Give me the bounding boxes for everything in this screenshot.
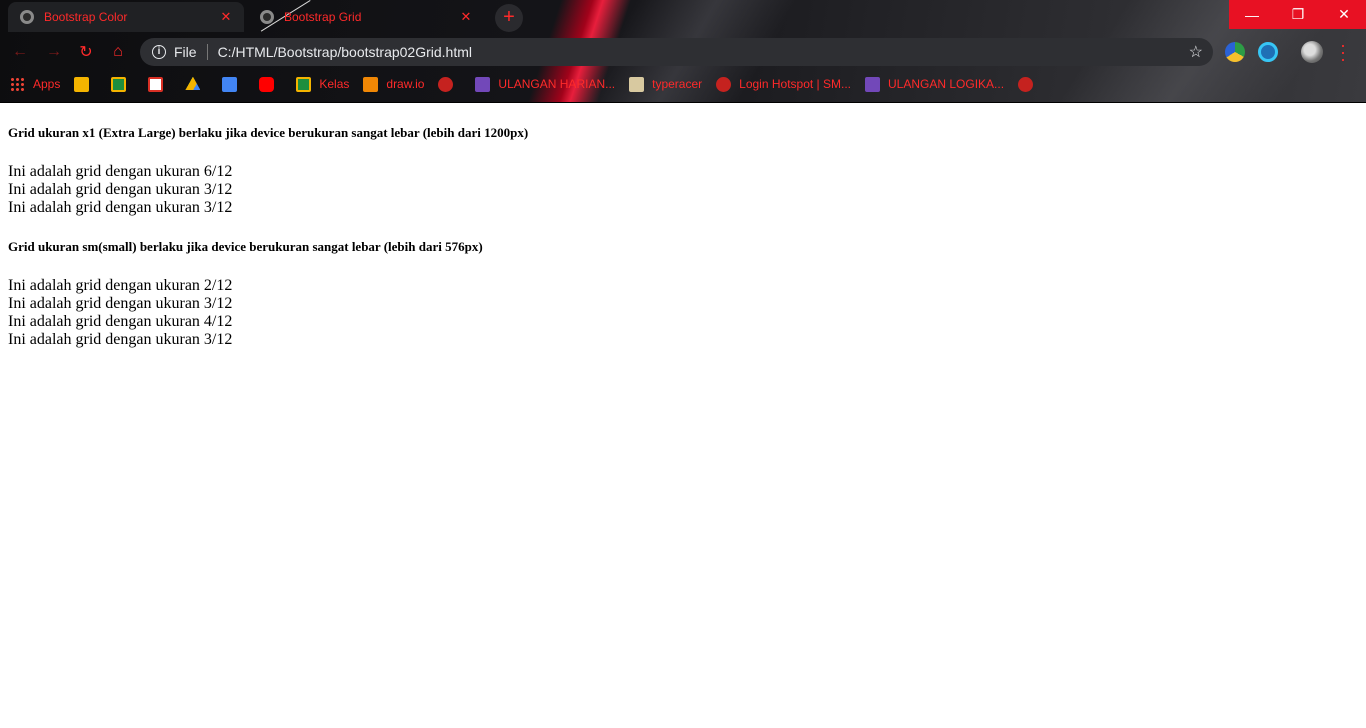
docs-icon: [222, 76, 238, 92]
bookmark-docs[interactable]: [222, 76, 245, 92]
menu-icon[interactable]: · · ·: [1338, 36, 1348, 68]
bookmark-ulangan-logika[interactable]: ULANGAN LOGIKA...: [865, 76, 1005, 92]
url-text[interactable]: C:/HTML/Bootstrap/bootstrap02Grid.html: [218, 44, 1189, 60]
extension-icon[interactable]: [1258, 42, 1278, 62]
section-heading-xl: Grid ukuran x1 (Extra Large) berlaku jik…: [8, 125, 529, 140]
classroom-icon: [296, 76, 312, 92]
forms-icon: [475, 76, 491, 92]
youtube-icon: [259, 76, 275, 92]
bookmark-apps[interactable]: Apps: [10, 76, 61, 92]
bookmark-kelas[interactable]: Kelas: [296, 76, 350, 92]
globe-icon: [20, 10, 34, 24]
bookmark-drive[interactable]: [185, 76, 208, 92]
restore-icon: ❐: [1291, 6, 1305, 22]
grid-column: Ini adalah grid dengan ukuran 2/12: [8, 277, 233, 294]
bookmark-slides[interactable]: [74, 76, 97, 92]
bookmark-globe[interactable]: [438, 76, 461, 92]
back-button[interactable]: ←: [8, 40, 32, 64]
minimize-button[interactable]: —: [1229, 0, 1275, 29]
reload-icon: ↻: [79, 44, 93, 61]
grid-row-sm: Ini adalah grid dengan ukuran 2/12 Ini a…: [8, 277, 1358, 349]
home-icon: ⌂: [113, 43, 123, 60]
grid-column: Ini adalah grid dengan ukuran 3/12: [8, 295, 233, 312]
drive-icon: [185, 76, 201, 90]
close-icon: ✕: [1338, 6, 1350, 22]
tab-bootstrap-color[interactable]: Bootstrap Color ✕: [8, 2, 244, 32]
browser-chrome: Bootstrap Color ✕ Bootstrap Grid ✕ + — ❐…: [0, 0, 1366, 103]
globe-icon: [438, 76, 454, 92]
grid-column: Ini adalah grid dengan ukuran 3/12: [8, 181, 233, 198]
close-icon[interactable]: ✕: [458, 9, 474, 25]
grid-row-xl: Ini adalah grid dengan ukuran 6/12 Ini a…: [8, 163, 1358, 217]
arrow-left-icon: ←: [12, 43, 28, 60]
slides-icon: [74, 76, 90, 92]
classroom-icon: [111, 76, 127, 92]
bookmark-youtube[interactable]: [259, 76, 282, 92]
reload-button[interactable]: ↻: [74, 40, 98, 64]
bookmark-label: Kelas: [319, 77, 350, 91]
drawio-icon: [363, 76, 379, 92]
bookmark-classroom[interactable]: [111, 76, 134, 92]
home-button[interactable]: ⌂: [106, 40, 130, 64]
scheme-label: File: [174, 44, 197, 60]
globe-icon: [260, 10, 274, 24]
bookmark-ulangan-harian[interactable]: ULANGAN HARIAN...: [475, 76, 616, 92]
bookmark-drawio[interactable]: draw.io: [363, 76, 425, 92]
arrow-right-icon: →: [46, 43, 62, 60]
divider: [206, 44, 208, 60]
info-icon[interactable]: i: [152, 45, 166, 59]
bookmark-gmail[interactable]: [148, 76, 171, 92]
address-bar[interactable]: i File C:/HTML/Bootstrap/bootstrap02Grid…: [140, 38, 1213, 66]
bookmark-label: ULANGAN LOGIKA...: [888, 77, 1005, 91]
extension-icon[interactable]: [1225, 42, 1245, 62]
bookmark-login-hotspot[interactable]: Login Hotspot | SM...: [716, 76, 851, 92]
globe-icon: [1018, 76, 1034, 92]
bookmark-star-icon[interactable]: ☆: [1189, 42, 1203, 62]
new-tab-button[interactable]: +: [495, 4, 523, 32]
bookmark-label: Login Hotspot | SM...: [739, 77, 851, 91]
tab-title: Bootstrap Grid: [284, 10, 362, 24]
bookmark-label: typeracer: [652, 77, 703, 91]
tab-title: Bootstrap Color: [44, 10, 128, 24]
section-heading-sm: Grid ukuran sm(small) berlaku jika devic…: [8, 239, 483, 254]
globe-icon: [716, 76, 732, 92]
bookmark-label: ULANGAN HARIAN...: [498, 77, 616, 91]
bookmark-globe[interactable]: [1018, 76, 1041, 92]
gmail-icon: [148, 76, 164, 92]
forms-icon: [865, 76, 880, 92]
bookmark-typeracer[interactable]: typeracer: [629, 76, 703, 92]
bookmarks-bar: Apps Kelas draw.io ULANGAN HARIAN... typ…: [10, 73, 1055, 95]
grid-column: Ini adalah grid dengan ukuran 6/12: [8, 163, 233, 180]
minimize-icon: —: [1245, 6, 1259, 23]
plus-icon: +: [503, 6, 515, 28]
forward-button[interactable]: →: [42, 40, 66, 64]
apps-icon: [10, 76, 25, 92]
grid-column: Ini adalah grid dengan ukuran 3/12: [8, 199, 233, 216]
grid-column: Ini adalah grid dengan ukuran 4/12: [8, 313, 233, 330]
avatar[interactable]: [1301, 41, 1323, 63]
grid-column: Ini adalah grid dengan ukuran 3/12: [8, 331, 233, 348]
typeracer-icon: [629, 76, 645, 92]
restore-button[interactable]: ❐: [1275, 0, 1321, 29]
close-icon[interactable]: ✕: [218, 9, 234, 25]
close-window-button[interactable]: ✕: [1321, 0, 1366, 29]
tab-bootstrap-grid[interactable]: Bootstrap Grid ✕: [248, 2, 484, 32]
page-content: Grid ukuran x1 (Extra Large) berlaku jik…: [8, 103, 1358, 349]
bookmark-label: Apps: [33, 77, 61, 91]
bookmark-label: draw.io: [386, 77, 425, 91]
